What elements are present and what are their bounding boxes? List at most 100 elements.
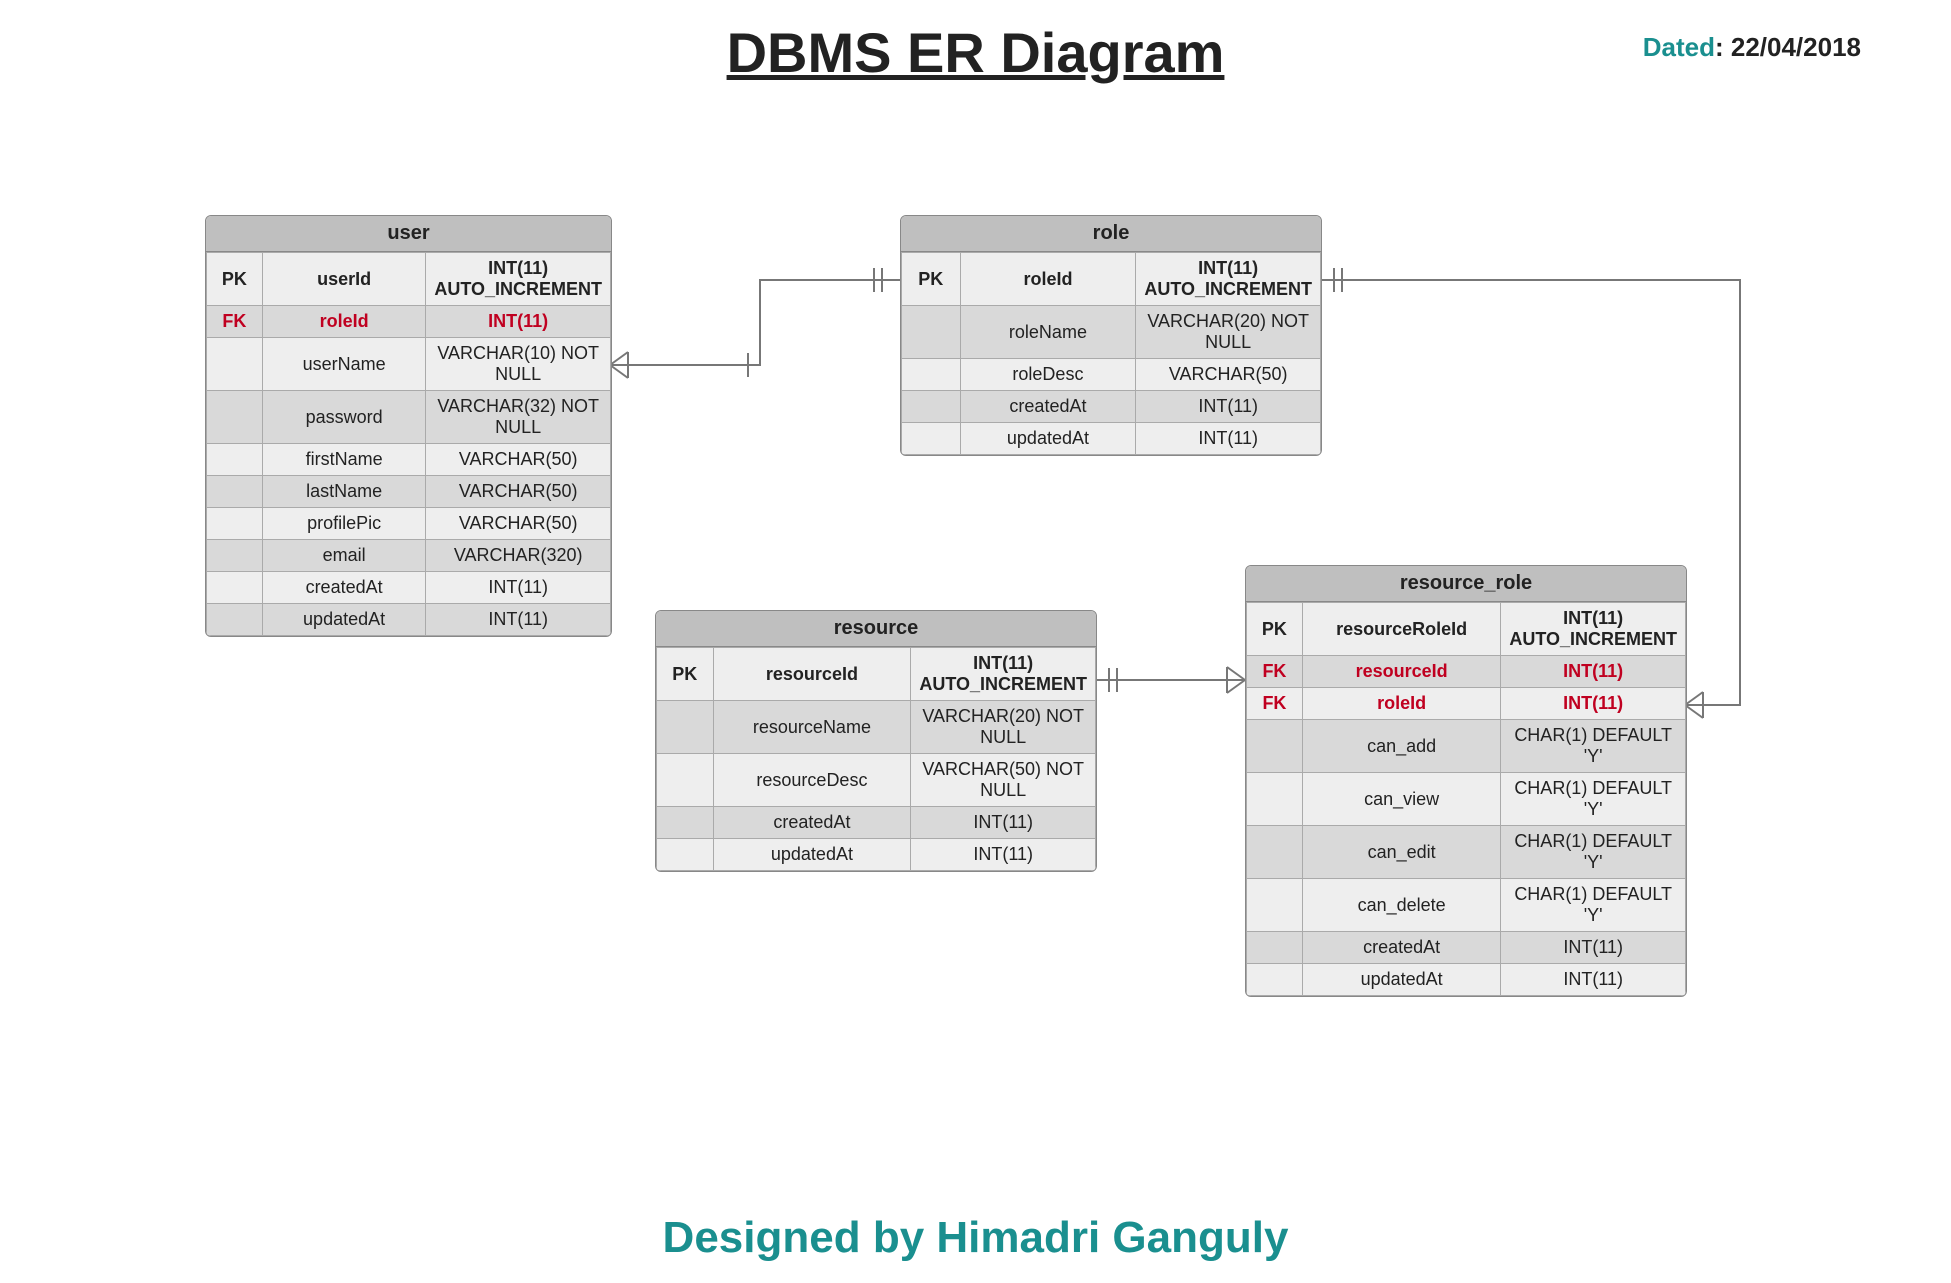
table-row: updatedAtINT(11): [1247, 964, 1686, 996]
key-cell: PK: [207, 253, 263, 306]
col-name: resourceId: [713, 648, 911, 701]
col-type: INT(11): [1501, 656, 1686, 688]
col-type: INT(11): [426, 572, 611, 604]
table-row: firstNameVARCHAR(50): [207, 444, 611, 476]
entity-resource: resource PKresourceIdINT(11) AUTO_INCREM…: [655, 610, 1097, 872]
col-type: INT(11): [426, 306, 611, 338]
table-row: userNameVARCHAR(10) NOT NULL: [207, 338, 611, 391]
col-type: INT(11): [1501, 932, 1686, 964]
table-row: profilePicVARCHAR(50): [207, 508, 611, 540]
key-cell: [1247, 964, 1303, 996]
col-type: VARCHAR(50): [426, 476, 611, 508]
key-cell: [1247, 720, 1303, 773]
col-name: updatedAt: [960, 423, 1136, 455]
col-name: updatedAt: [262, 604, 425, 636]
entity-user: user PKuserIdINT(11) AUTO_INCREMENT FKro…: [205, 215, 612, 637]
table-row: createdAtINT(11): [657, 807, 1096, 839]
col-type: VARCHAR(32) NOT NULL: [426, 391, 611, 444]
key-cell: [207, 540, 263, 572]
col-type: INT(11): [1136, 423, 1321, 455]
entity-resource-role-header: resource_role: [1246, 566, 1686, 602]
col-name: roleDesc: [960, 359, 1136, 391]
table-row: createdAtINT(11): [902, 391, 1321, 423]
col-name: userId: [262, 253, 425, 306]
key-cell: FK: [1247, 688, 1303, 720]
key-cell: [657, 701, 714, 754]
table-row: updatedAtINT(11): [657, 839, 1096, 871]
key-cell: PK: [1247, 603, 1303, 656]
col-type: VARCHAR(10) NOT NULL: [426, 338, 611, 391]
key-cell: PK: [902, 253, 961, 306]
key-cell: [207, 444, 263, 476]
key-cell: [1247, 826, 1303, 879]
table-row: roleDescVARCHAR(50): [902, 359, 1321, 391]
col-type: CHAR(1) DEFAULT 'Y': [1501, 720, 1686, 773]
col-type: INT(11) AUTO_INCREMENT: [426, 253, 611, 306]
col-type: CHAR(1) DEFAULT 'Y': [1501, 773, 1686, 826]
footer-credit: Designed by Himadri Ganguly: [0, 1213, 1951, 1263]
key-cell: [902, 391, 961, 423]
col-type: INT(11) AUTO_INCREMENT: [911, 648, 1096, 701]
col-name: createdAt: [1302, 932, 1500, 964]
key-cell: [657, 807, 714, 839]
table-row: updatedAtINT(11): [902, 423, 1321, 455]
table-row: FKroleIdINT(11): [1247, 688, 1686, 720]
col-name: resourceName: [713, 701, 911, 754]
col-name: createdAt: [262, 572, 425, 604]
col-type: CHAR(1) DEFAULT 'Y': [1501, 879, 1686, 932]
table-row: lastNameVARCHAR(50): [207, 476, 611, 508]
col-name: lastName: [262, 476, 425, 508]
table-row: PKresourceIdINT(11) AUTO_INCREMENT: [657, 648, 1096, 701]
table-row: resourceDescVARCHAR(50) NOT NULL: [657, 754, 1096, 807]
table-row: can_viewCHAR(1) DEFAULT 'Y': [1247, 773, 1686, 826]
key-cell: [207, 391, 263, 444]
table-row: PKuserIdINT(11) AUTO_INCREMENT: [207, 253, 611, 306]
key-cell: FK: [1247, 656, 1303, 688]
col-type: CHAR(1) DEFAULT 'Y': [1501, 826, 1686, 879]
entity-resource-role: resource_role PKresourceRoleIdINT(11) AU…: [1245, 565, 1687, 997]
col-name: resourceDesc: [713, 754, 911, 807]
col-type: INT(11) AUTO_INCREMENT: [1136, 253, 1321, 306]
table-row: resourceNameVARCHAR(20) NOT NULL: [657, 701, 1096, 754]
table-row: can_editCHAR(1) DEFAULT 'Y': [1247, 826, 1686, 879]
col-name: resourceRoleId: [1302, 603, 1500, 656]
table-row: FKresourceIdINT(11): [1247, 656, 1686, 688]
col-name: profilePic: [262, 508, 425, 540]
table-row: can_addCHAR(1) DEFAULT 'Y': [1247, 720, 1686, 773]
entity-user-header: user: [206, 216, 611, 252]
col-type: VARCHAR(50): [426, 508, 611, 540]
col-name: createdAt: [960, 391, 1136, 423]
col-name: can_delete: [1302, 879, 1500, 932]
col-type: VARCHAR(50) NOT NULL: [911, 754, 1096, 807]
col-type: VARCHAR(20) NOT NULL: [911, 701, 1096, 754]
col-type: VARCHAR(50): [1136, 359, 1321, 391]
col-name: firstName: [262, 444, 425, 476]
col-name: roleId: [1302, 688, 1500, 720]
table-row: FKroleIdINT(11): [207, 306, 611, 338]
key-cell: [1247, 879, 1303, 932]
table-row: updatedAtINT(11): [207, 604, 611, 636]
col-type: INT(11): [1501, 964, 1686, 996]
dated-label: Dated: [1643, 32, 1715, 62]
entity-role-table: PKroleIdINT(11) AUTO_INCREMENT roleNameV…: [901, 252, 1321, 455]
dated-stamp: Dated: 22/04/2018: [1643, 32, 1861, 63]
entity-resource-role-table: PKresourceRoleIdINT(11) AUTO_INCREMENT F…: [1246, 602, 1686, 996]
key-cell: [207, 572, 263, 604]
er-diagram-page: DBMS ER Diagram Dated: 22/04/2018 user: [0, 0, 1951, 1283]
table-row: createdAtINT(11): [207, 572, 611, 604]
key-cell: [207, 604, 263, 636]
col-type: VARCHAR(50): [426, 444, 611, 476]
col-type: INT(11): [1501, 688, 1686, 720]
key-cell: [657, 839, 714, 871]
table-row: createdAtINT(11): [1247, 932, 1686, 964]
key-cell: PK: [657, 648, 714, 701]
table-row: emailVARCHAR(320): [207, 540, 611, 572]
col-type: VARCHAR(320): [426, 540, 611, 572]
key-cell: [657, 754, 714, 807]
key-cell: [1247, 773, 1303, 826]
key-cell: FK: [207, 306, 263, 338]
col-type: INT(11): [911, 839, 1096, 871]
col-name: roleId: [262, 306, 425, 338]
col-name: can_add: [1302, 720, 1500, 773]
col-name: userName: [262, 338, 425, 391]
